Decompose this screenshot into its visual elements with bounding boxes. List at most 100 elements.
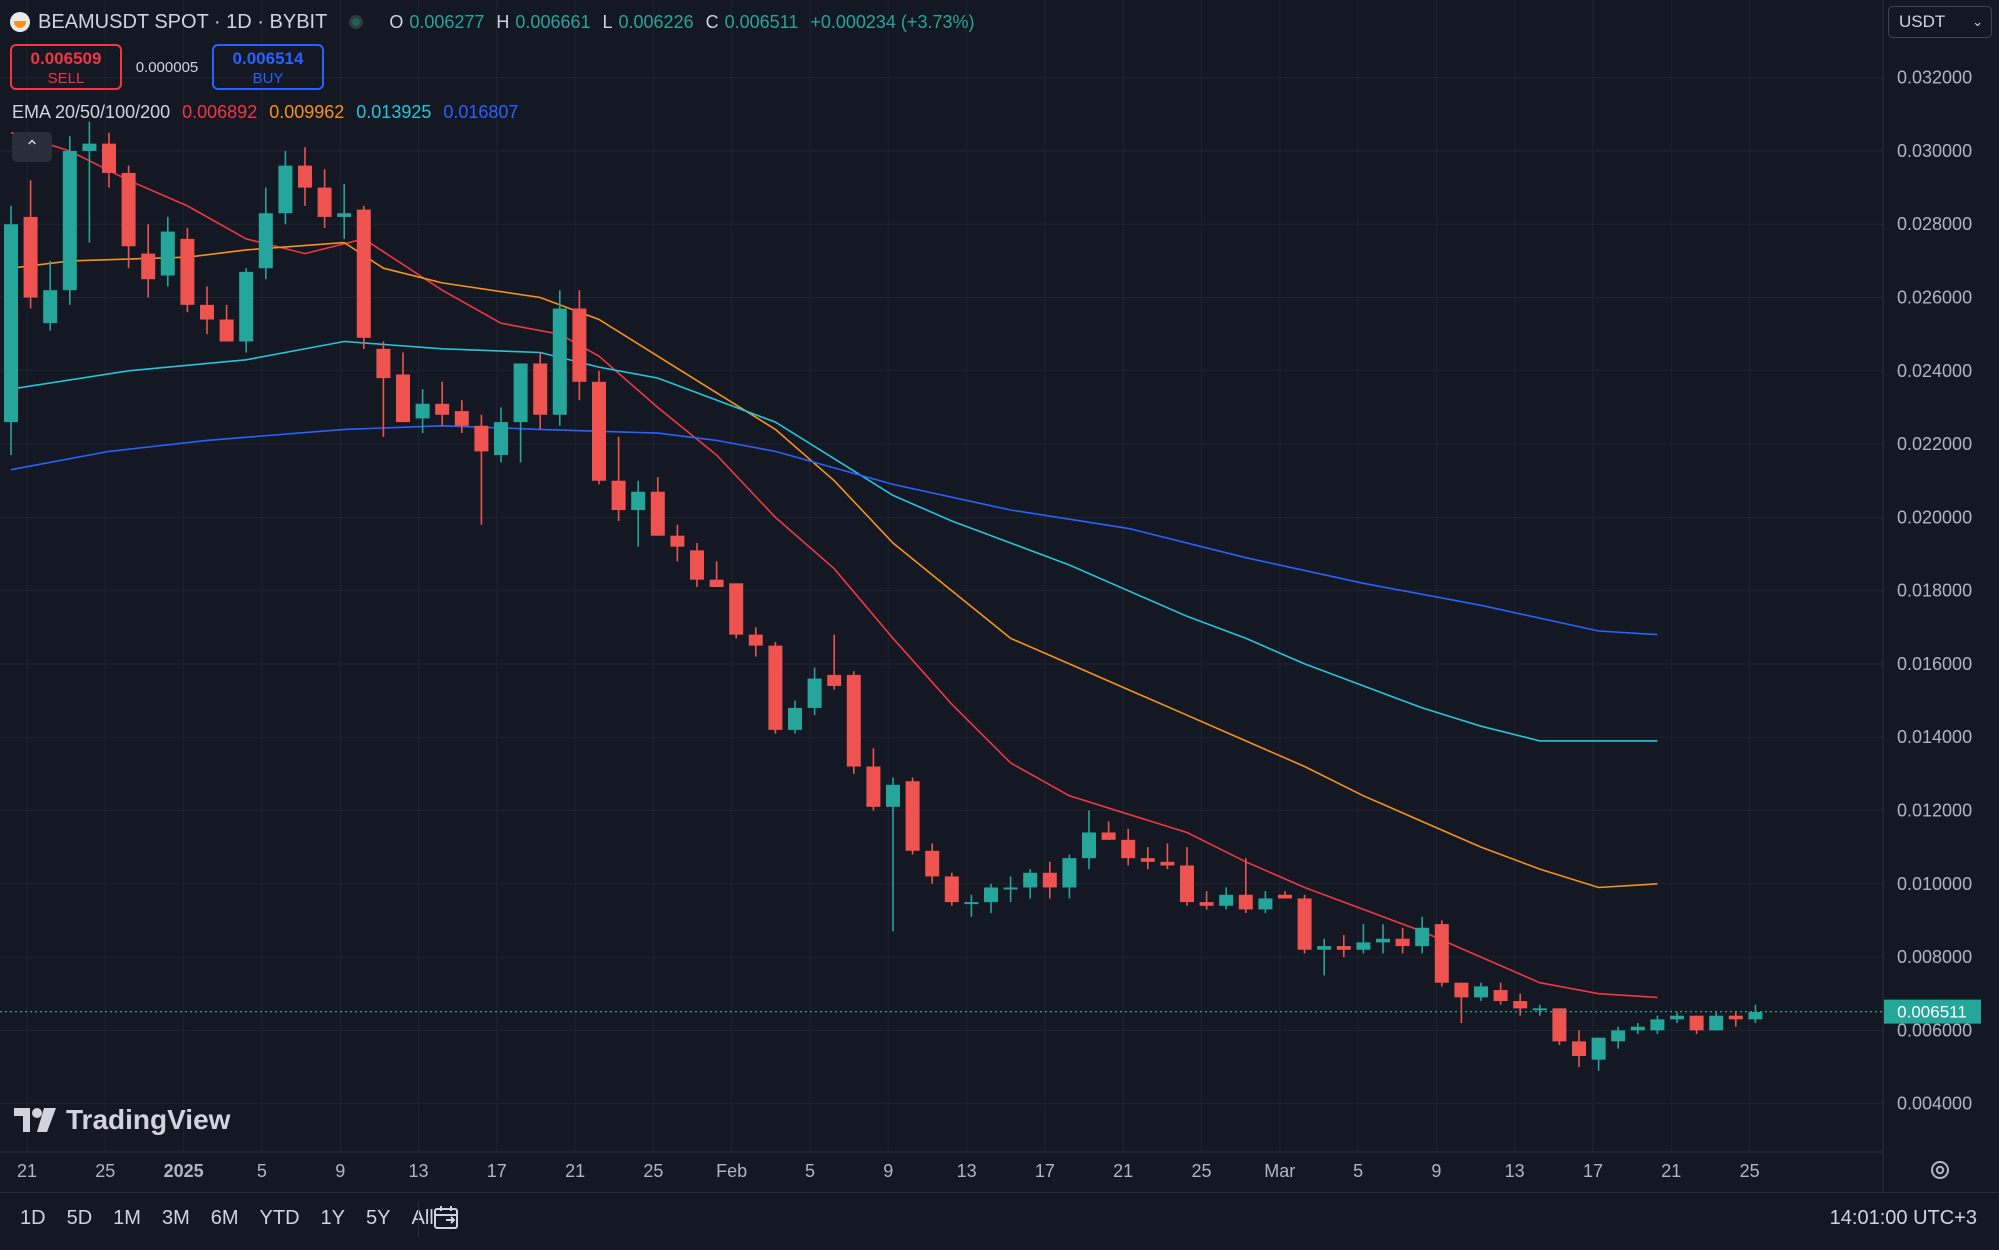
- range-1m-button[interactable]: 1M: [113, 1207, 141, 1230]
- candle: [1297, 894, 1312, 954]
- collapse-legend-button[interactable]: ⌃: [12, 132, 52, 162]
- price-tick-label: 0.024000: [1897, 361, 1972, 381]
- candle: [768, 641, 783, 734]
- close-value: 0.006511: [724, 11, 799, 32]
- candle: [1552, 1008, 1567, 1046]
- currency-select[interactable]: USDT ⌄: [1888, 6, 1992, 38]
- candle: [905, 777, 920, 855]
- chevron-down-icon: ⌄: [1972, 14, 1983, 29]
- time-tick-label: 2025: [164, 1161, 204, 1181]
- candle: [1434, 920, 1449, 987]
- time-tick-label: Mar: [1264, 1161, 1295, 1181]
- high-value: 0.006661: [515, 11, 591, 32]
- price-tick-label: 0.020000: [1897, 507, 1972, 527]
- currency-select-value: USDT: [1899, 12, 1946, 31]
- price-tick-label: 0.004000: [1897, 1094, 1972, 1114]
- candle: [239, 268, 254, 353]
- tradingview-logo-text: TradingView: [66, 1104, 231, 1135]
- time-tick-label: 5: [805, 1161, 815, 1181]
- time-tick-label: 21: [17, 1161, 37, 1181]
- clock-timezone[interactable]: 14:01:00 UTC+3: [1830, 1207, 1977, 1230]
- price-chart[interactable]: 0.006511 0.032000 0.030000 0.028000 0.02600…: [0, 0, 1999, 1250]
- tradingview-watermark: TradingView: [14, 1104, 230, 1136]
- date-range-buttons: 1D 5D 1M 3M 6M YTD 1Y 5Y All: [20, 1207, 455, 1230]
- price-tick-label: 0.018000: [1897, 581, 1972, 601]
- ema100-value: 0.013925: [356, 102, 432, 122]
- time-tick-label: 25: [1740, 1161, 1760, 1181]
- time-tick-label: 25: [643, 1161, 663, 1181]
- price-tick-label: 0.022000: [1897, 434, 1972, 454]
- price-tick-label: 0.006000: [1897, 1020, 1972, 1040]
- last-price-label: 0.006511: [1897, 1003, 1967, 1022]
- time-tick-label: 17: [487, 1161, 507, 1181]
- price-tick-label: 0.016000: [1897, 654, 1972, 674]
- time-tick-label: 5: [257, 1161, 267, 1181]
- sell-button[interactable]: 0.006509 SELL: [10, 44, 122, 90]
- ema-legend[interactable]: EMA 20/50/100/200 0.006892 0.009962 0.01…: [12, 102, 518, 123]
- range-1y-button[interactable]: 1Y: [321, 1207, 345, 1230]
- price-tick-label: 0.012000: [1897, 801, 1972, 821]
- sell-price: 0.006509: [30, 49, 102, 68]
- time-tick-label: 9: [883, 1161, 893, 1181]
- time-tick-label: 9: [335, 1161, 345, 1181]
- settings-gear-icon[interactable]: [1928, 1158, 1952, 1182]
- time-tick-label: 13: [408, 1161, 428, 1181]
- time-tick-label: 5: [1353, 1161, 1363, 1181]
- time-tick-label: 13: [957, 1161, 977, 1181]
- candle: [356, 205, 371, 349]
- spread-value: 0.000005: [135, 58, 199, 76]
- bottom-toolbar: 1D 5D 1M 3M 6M YTD 1Y 5Y All 14:01:00 UT…: [0, 1192, 1999, 1245]
- change-value: +0.000234 (+3.73%): [810, 11, 975, 32]
- time-tick-label: 17: [1583, 1161, 1603, 1181]
- price-tick-label: 0.014000: [1897, 727, 1972, 747]
- time-tick-label: 21: [1113, 1161, 1133, 1181]
- candle: [62, 136, 77, 305]
- trade-panel: 0.006509 SELL 0.000005 0.006514 BUY: [10, 44, 324, 90]
- ema-legend-name: EMA 20/50/100/200: [12, 102, 171, 122]
- range-6m-button[interactable]: 6M: [211, 1207, 239, 1230]
- range-5d-button[interactable]: 5D: [67, 1207, 93, 1230]
- candle: [180, 227, 195, 313]
- candle: [846, 671, 861, 774]
- price-axis: 0.032000 0.030000 0.028000 0.026000 0.024000…: [1897, 68, 1972, 1114]
- open-value: 0.006277: [409, 11, 485, 32]
- price-tick-label: 0.028000: [1897, 214, 1972, 234]
- price-tick-label: 0.008000: [1897, 947, 1972, 967]
- chevron-up-icon: ⌃: [24, 137, 40, 157]
- symbol-title[interactable]: BEAMUSDT SPOT · 1D · BYBIT: [38, 11, 327, 34]
- range-ytd-button[interactable]: YTD: [260, 1207, 300, 1230]
- ohlc-values: O 0.006277 H 0.006661 L 0.006226 C 0.006511 …: [389, 11, 975, 32]
- time-tick-label: 25: [1191, 1161, 1211, 1181]
- ema20-value: 0.006892: [182, 102, 258, 122]
- range-all-button[interactable]: All: [411, 1207, 433, 1230]
- time-tick-label: 25: [95, 1161, 115, 1181]
- ema50-value: 0.009962: [269, 102, 345, 122]
- market-status-icon[interactable]: [349, 15, 364, 29]
- calendar-range-icon[interactable]: [432, 1203, 462, 1233]
- ema200-value: 0.016807: [443, 102, 519, 122]
- buy-label: BUY: [252, 70, 284, 87]
- price-tick-label: 0.032000: [1897, 68, 1972, 88]
- sell-label: SELL: [47, 70, 85, 87]
- price-tick-label: 0.026000: [1897, 288, 1972, 308]
- time-tick-label: 21: [1661, 1161, 1681, 1181]
- buy-price: 0.006514: [232, 49, 304, 68]
- low-value: 0.006226: [618, 11, 694, 32]
- time-tick-label: Feb: [716, 1161, 747, 1181]
- bybit-logo-icon: [10, 12, 30, 32]
- candle: [552, 290, 567, 426]
- candle: [592, 370, 606, 485]
- range-1d-button[interactable]: 1D: [20, 1207, 46, 1230]
- range-3m-button[interactable]: 3M: [162, 1207, 190, 1230]
- tradingview-logo-icon: [14, 1108, 56, 1132]
- toolbar-divider: [418, 1201, 419, 1237]
- buy-button[interactable]: 0.006514 BUY: [212, 44, 324, 90]
- candle: [4, 205, 18, 456]
- price-tick-label: 0.030000: [1897, 141, 1972, 161]
- time-tick-label: 17: [1035, 1161, 1055, 1181]
- candle: [944, 872, 959, 906]
- range-5y-button[interactable]: 5Y: [366, 1207, 390, 1230]
- chart-header: BEAMUSDT SPOT · 1D · BYBIT O 0.006277 H 0.…: [10, 8, 980, 36]
- time-tick-label: 21: [565, 1161, 585, 1181]
- candle: [729, 583, 744, 639]
